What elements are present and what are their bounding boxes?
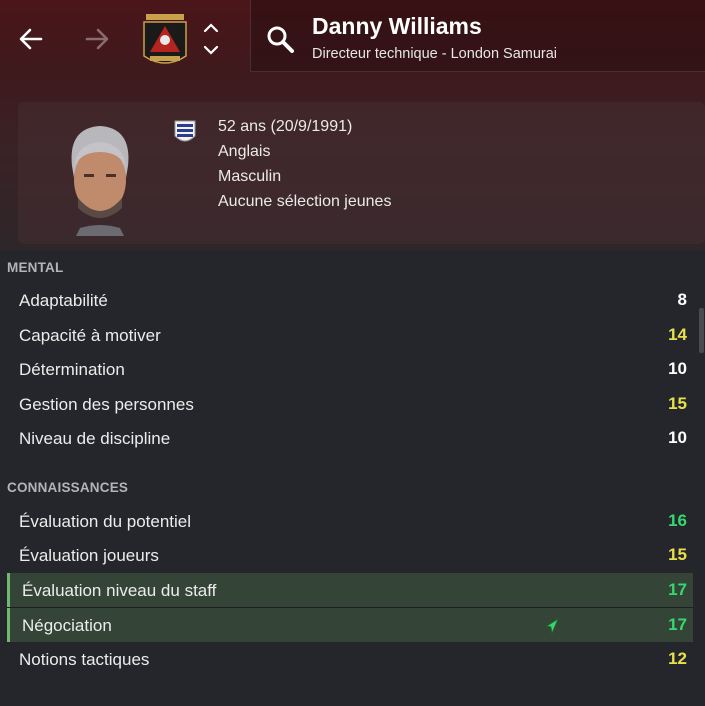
attribute-label: Évaluation du potentiel xyxy=(19,512,192,531)
mouse-cursor-icon xyxy=(545,617,559,635)
nationality-text: Anglais xyxy=(218,143,271,160)
attribute-value: 16 xyxy=(668,511,687,530)
attribute-label: Évaluation joueurs xyxy=(19,546,159,565)
attribute-label: Notions tactiques xyxy=(19,650,150,669)
attribute-label: Niveau de discipline xyxy=(19,429,171,448)
forward-button[interactable] xyxy=(80,22,114,56)
scrollbar[interactable] xyxy=(699,308,704,353)
header: Danny Williams Directeur technique - Lon… xyxy=(0,0,705,250)
age-text: 52 ans (20/9/1991) xyxy=(218,118,353,135)
arrow-right-icon xyxy=(85,28,109,50)
chevron-down-icon[interactable] xyxy=(203,42,219,60)
attribute-label: Évaluation niveau du staff xyxy=(22,581,217,600)
attribute-label: Détermination xyxy=(19,360,125,379)
attribute-value: 15 xyxy=(668,394,687,413)
attribute-value: 15 xyxy=(668,545,687,564)
attribute-value: 17 xyxy=(668,580,687,599)
section-title-mental: MENTAL xyxy=(7,260,64,275)
attribute-row[interactable]: Évaluation joueurs 15 xyxy=(7,538,693,572)
youth-caps-text: Aucune sélection jeunes xyxy=(218,193,392,210)
back-button[interactable] xyxy=(14,22,48,56)
attribute-row[interactable]: Notions tactiques 12 xyxy=(7,642,693,676)
attribute-row[interactable]: Gestion des personnes 15 xyxy=(7,387,693,421)
attribute-row[interactable]: Détermination 10 xyxy=(7,352,693,386)
gender-text: Masculin xyxy=(218,168,282,185)
attribute-row[interactable]: Niveau de discipline 10 xyxy=(7,421,693,455)
section-title-knowledge: CONNAISSANCES xyxy=(7,480,129,495)
club-crest-icon[interactable] xyxy=(140,12,190,70)
search-box[interactable]: Danny Williams Directeur technique - Lon… xyxy=(250,0,705,72)
chevron-up-icon[interactable] xyxy=(203,20,219,38)
attribute-row[interactable]: Évaluation du potentiel 16 xyxy=(7,504,693,538)
attribute-value: 8 xyxy=(677,290,687,309)
attribute-row-highlighted[interactable]: Négociation 17 xyxy=(7,608,693,642)
attribute-value: 12 xyxy=(668,649,687,668)
attribute-value: 10 xyxy=(668,428,687,447)
attribute-value: 10 xyxy=(668,359,687,378)
attribute-row-highlighted[interactable]: Évaluation niveau du staff 17 xyxy=(7,573,693,607)
attribute-value: 14 xyxy=(668,325,687,344)
arrow-left-icon xyxy=(19,28,43,50)
attribute-row[interactable]: Capacité à motiver 14 xyxy=(7,318,693,352)
attribute-label: Capacité à motiver xyxy=(19,326,161,345)
person-info-card: 52 ans (20/9/1991) Anglais Masculin Aucu… xyxy=(18,102,705,244)
person-role: Directeur technique - London Samurai xyxy=(312,46,558,62)
attribute-label: Gestion des personnes xyxy=(19,395,194,414)
prev-next-switcher[interactable] xyxy=(200,20,222,60)
search-icon[interactable] xyxy=(265,24,295,54)
attribute-row[interactable]: Adaptabilité 8 xyxy=(7,283,693,317)
attribute-label: Adaptabilité xyxy=(19,291,108,310)
avatar xyxy=(71,126,129,236)
attribute-value: 17 xyxy=(668,615,687,634)
person-name: Danny Williams xyxy=(312,13,482,39)
england-flag-icon xyxy=(174,120,196,142)
attribute-label: Négociation xyxy=(22,616,112,635)
